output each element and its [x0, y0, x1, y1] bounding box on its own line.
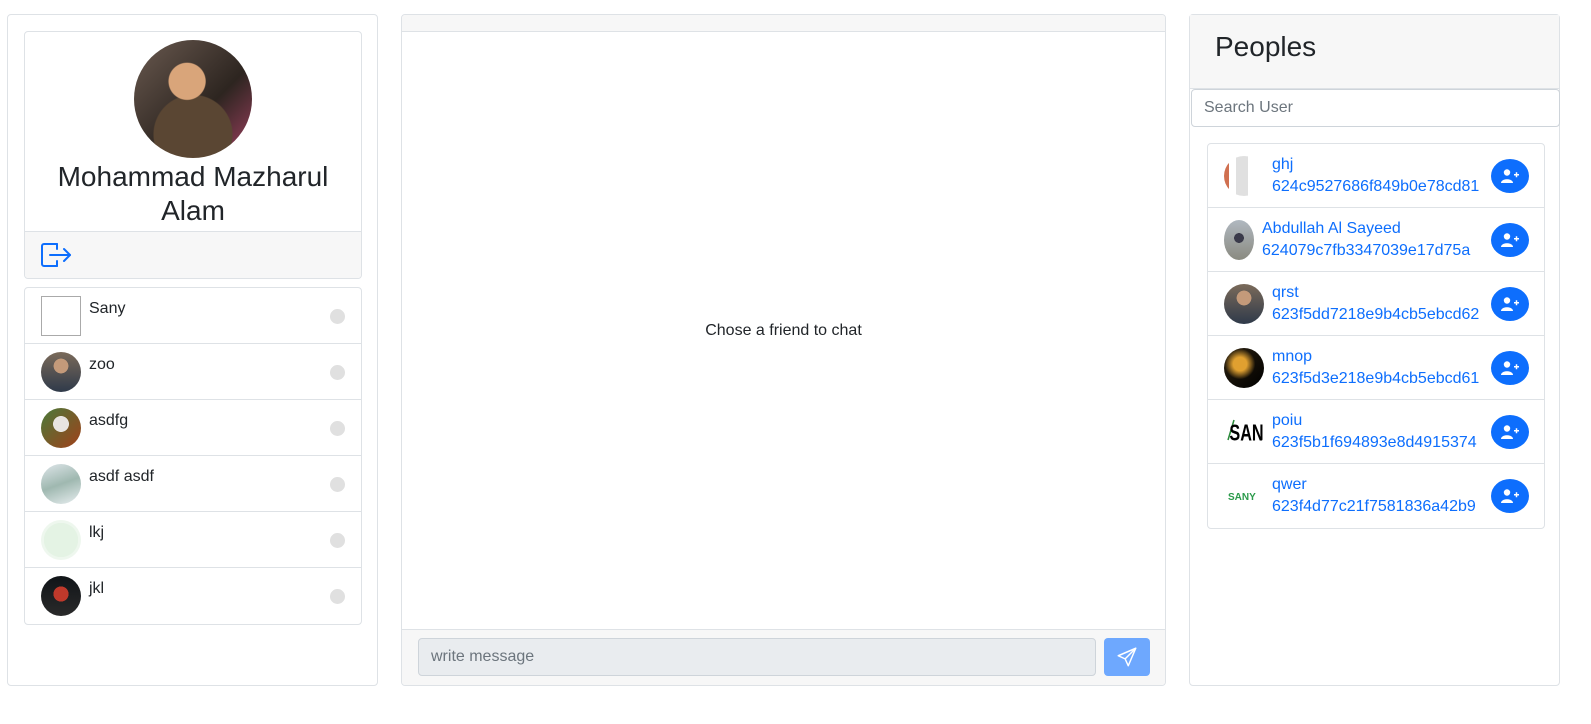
person-avatar	[1224, 348, 1264, 388]
add-friend-button[interactable]	[1491, 287, 1529, 321]
people-list: ghj 624c9527686f849b0e78cd81 Abdullah Al…	[1207, 143, 1545, 529]
chat-empty-message: Chose a friend to chat	[705, 322, 862, 339]
add-user-icon	[1501, 425, 1519, 439]
logout-icon	[41, 243, 71, 267]
person-avatar	[1224, 156, 1264, 196]
logo-image: SANY	[1227, 419, 1264, 447]
add-user-icon	[1501, 169, 1519, 183]
chat-panel: Chose a friend to chat	[401, 14, 1166, 686]
chat-footer	[402, 629, 1165, 685]
person-id[interactable]: 623f4d77c21f7581836a42b9	[1272, 496, 1476, 518]
logout-button[interactable]	[39, 240, 73, 270]
status-dot	[330, 421, 345, 436]
person-name[interactable]: ghj	[1272, 154, 1479, 176]
person-avatar	[1224, 220, 1254, 260]
person-name[interactable]: Abdullah Al Sayeed	[1262, 218, 1470, 240]
person-avatar: SANY	[1224, 412, 1264, 452]
send-button[interactable]	[1104, 638, 1150, 676]
person-item: mnop 623f5d3e218e9b4cb5ebcd61	[1208, 336, 1544, 400]
add-friend-button[interactable]	[1491, 223, 1529, 257]
person-name[interactable]: poiu	[1272, 410, 1477, 432]
friend-avatar	[41, 464, 81, 504]
add-user-icon	[1501, 489, 1519, 503]
friend-item[interactable]: zoo	[25, 344, 361, 400]
send-icon	[1117, 647, 1137, 667]
add-friend-button[interactable]	[1491, 351, 1529, 385]
friend-item[interactable]: lkj	[25, 512, 361, 568]
friend-item[interactable]: jkl	[25, 568, 361, 624]
svg-text:SANY: SANY	[1229, 421, 1264, 447]
profile-panel: Mohammad Mazharul Alam Sany zoo asdfg as…	[7, 14, 378, 686]
profile-card: Mohammad Mazharul Alam	[24, 31, 362, 279]
add-friend-button[interactable]	[1491, 479, 1529, 513]
profile-name: Mohammad Mazharul Alam	[57, 161, 329, 226]
person-avatar: SANY	[1224, 476, 1264, 516]
friend-name: zoo	[89, 356, 115, 373]
add-user-icon	[1501, 297, 1519, 311]
person-name[interactable]: qrst	[1272, 282, 1479, 304]
friend-name: lkj	[89, 524, 105, 541]
person-item: ghj 624c9527686f849b0e78cd81	[1208, 144, 1544, 208]
person-id[interactable]: 624079c7fb3347039e17d75a	[1262, 240, 1470, 262]
people-header: Peoples	[1190, 15, 1559, 89]
status-dot	[330, 309, 345, 324]
friend-item[interactable]: asdfg	[25, 400, 361, 456]
search-user-input[interactable]	[1191, 89, 1560, 127]
people-title: Peoples	[1215, 31, 1317, 62]
add-friend-button[interactable]	[1491, 159, 1529, 193]
broken-image-icon	[41, 296, 81, 336]
friend-avatar	[41, 576, 81, 616]
person-item: SANY poiu 623f5b1f694893e8d4915374	[1208, 400, 1544, 464]
person-id[interactable]: 624c9527686f849b0e78cd81	[1272, 176, 1479, 198]
chat-header	[402, 15, 1165, 32]
friend-item[interactable]: asdf asdf	[25, 456, 361, 512]
people-panel: Peoples ghj 624c9527686f849b0e78cd81 Abd…	[1189, 14, 1560, 686]
friend-avatar	[41, 352, 81, 392]
add-user-icon	[1501, 233, 1519, 247]
add-user-icon	[1501, 361, 1519, 375]
friend-list: Sany zoo asdfg asdf asdf lkj jkl	[24, 287, 362, 625]
person-id[interactable]: 623f5d3e218e9b4cb5ebcd61	[1272, 368, 1479, 390]
profile-footer	[25, 231, 361, 278]
friend-name: Sany	[89, 300, 126, 317]
logo-image: SANY	[1228, 492, 1256, 503]
friend-name: jkl	[89, 580, 105, 597]
person-id[interactable]: 623f5b1f694893e8d4915374	[1272, 432, 1477, 454]
person-name[interactable]: qwer	[1272, 474, 1476, 496]
status-dot	[330, 533, 345, 548]
add-friend-button[interactable]	[1491, 415, 1529, 449]
svg-text:SANY: SANY	[1228, 492, 1256, 503]
message-input[interactable]	[418, 638, 1096, 676]
status-dot	[330, 589, 345, 604]
profile-avatar	[134, 40, 252, 158]
person-avatar	[1224, 284, 1264, 324]
friend-avatar	[41, 520, 81, 560]
friend-avatar	[41, 408, 81, 448]
friend-name: asdfg	[89, 412, 129, 429]
person-id[interactable]: 623f5dd7218e9b4cb5ebcd62	[1272, 304, 1479, 326]
friend-item[interactable]: Sany	[25, 288, 361, 344]
status-dot	[330, 477, 345, 492]
person-name[interactable]: mnop	[1272, 346, 1479, 368]
status-dot	[330, 365, 345, 380]
person-item: Abdullah Al Sayeed 624079c7fb3347039e17d…	[1208, 208, 1544, 272]
person-item: SANY qwer 623f4d77c21f7581836a42b9	[1208, 464, 1544, 528]
person-item: qrst 623f5dd7218e9b4cb5ebcd62	[1208, 272, 1544, 336]
friend-name: asdf asdf	[89, 468, 154, 485]
